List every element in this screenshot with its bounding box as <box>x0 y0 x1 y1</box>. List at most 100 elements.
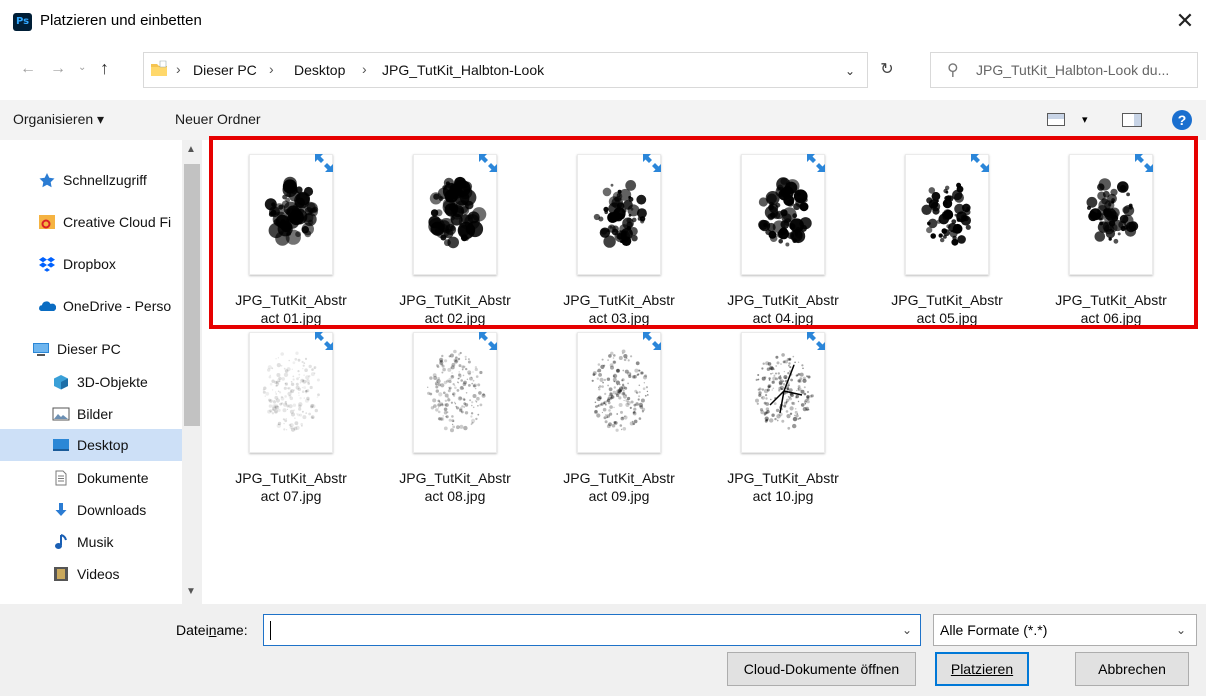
breadcrumb-dieser-pc[interactable]: Dieser PC <box>193 62 257 78</box>
smart-object-link-icon <box>640 151 664 175</box>
sidebar-item-videos[interactable]: Videos <box>0 558 182 590</box>
file-item[interactable]: JPG_TutKit_Abstract 08.jpg <box>380 332 530 512</box>
file-name-line2: act 07.jpg <box>260 488 322 504</box>
filename-field[interactable]: ⌄ <box>263 614 921 646</box>
view-options-chevron-icon[interactable]: ▾ <box>1082 113 1088 126</box>
breadcrumb-current-folder[interactable]: JPG_TutKit_Halbton-Look <box>382 62 544 78</box>
file-name-line1: JPG_TutKit_Abstr <box>399 470 511 486</box>
file-name: JPG_TutKit_Abstract 01.jpg <box>216 291 366 327</box>
forward-arrow-icon[interactable]: → <box>50 60 66 78</box>
search-input[interactable]: JPG_TutKit_Halbton-Look du... <box>976 62 1169 78</box>
file-item[interactable]: JPG_TutKit_Abstr act 04.jpg <box>708 154 858 334</box>
music-icon <box>52 534 70 550</box>
file-item[interactable]: JPG_TutKit_Abstr act 02.jpg <box>380 154 530 334</box>
dropbox-icon <box>38 256 56 272</box>
file-item[interactable]: JPG_TutKit_Abstr act 07.jpg <box>216 332 366 512</box>
file-item[interactable]: JPG_TutKit_Abstr act 05.jpg <box>872 154 1022 334</box>
address-history-chevron-icon[interactable]: ⌄ <box>845 64 855 78</box>
desktop-icon <box>52 437 70 453</box>
up-arrow-icon[interactable]: ↑ <box>100 58 109 79</box>
file-name: JPG_TutKit_Abstr act 02.jpg <box>380 291 530 327</box>
filename-history-chevron-icon[interactable]: ⌄ <box>902 623 912 637</box>
file-item[interactable]: JPG_TutKit_Abstr act 09.jpg <box>544 332 694 512</box>
file-name-line2: act 03.jpg <box>588 310 650 326</box>
recent-locations-chevron-icon[interactable]: ⌄ <box>78 62 86 73</box>
sidebar-item-label: 3D-Objekte <box>77 374 148 390</box>
sidebar-item-creative-cloud-fi[interactable]: Creative Cloud Fi <box>0 206 182 238</box>
scrollbar-thumb[interactable] <box>184 164 200 426</box>
change-view-icon[interactable] <box>1047 113 1065 126</box>
help-icon[interactable]: ? <box>1172 110 1192 130</box>
file-thumbnail <box>1069 154 1153 275</box>
file-name-line2: act 09.jpg <box>588 488 650 504</box>
file-name-line2: act 10.jpg <box>752 488 814 504</box>
videos-icon <box>52 566 70 582</box>
file-name-line1: JPG_TutKit_Abstr <box>1055 292 1167 308</box>
smart-object-link-icon <box>312 329 336 353</box>
smart-object-link-icon <box>804 329 828 353</box>
filename-label: Dateiname: <box>176 622 248 638</box>
sidebar-item-3d-objekte[interactable]: 3D-Objekte <box>0 366 182 398</box>
smart-object-link-icon <box>476 151 500 175</box>
sidebar-item-bilder[interactable]: Bilder <box>0 398 182 430</box>
file-item[interactable]: JPG_TutKit_Abstract 03.jpg <box>544 154 694 334</box>
file-name-line2: act 01.jpg <box>260 310 322 326</box>
sidebar-item-dieser-pc[interactable]: Dieser PC <box>0 333 182 365</box>
sidebar-item-label: Dokumente <box>77 470 149 486</box>
search-box[interactable]: ⚲ JPG_TutKit_Halbton-Look du... <box>930 52 1198 88</box>
navigation-pane-scrollbar[interactable]: ▲ ▼ <box>182 140 202 604</box>
documents-icon <box>52 470 70 486</box>
scroll-up-icon[interactable]: ▲ <box>186 144 196 155</box>
file-item[interactable]: JPG_TutKit_Abstr act 06.jpg <box>1036 154 1186 334</box>
sidebar-item-dropbox[interactable]: Dropbox <box>0 248 182 280</box>
file-thumbnail <box>577 154 661 275</box>
navigation-pane: Schnellzugriff Creative Cloud Fi Dropbox On… <box>0 140 202 604</box>
sidebar-item-desktop[interactable]: Desktop <box>0 429 182 461</box>
file-name-line1: JPG_TutKit_Abstr <box>399 292 511 308</box>
sidebar-item-downloads[interactable]: Downloads <box>0 494 182 526</box>
open-cloud-documents-button[interactable]: Cloud-Dokumente öffnen <box>727 652 916 686</box>
close-button[interactable]: ✕ <box>1172 8 1198 34</box>
smart-object-link-icon <box>1132 151 1156 175</box>
new-folder-button[interactable]: Neuer Ordner <box>175 111 261 127</box>
folder-icon <box>151 60 167 76</box>
breadcrumb-separator: › <box>176 61 181 77</box>
sidebar-item-schnellzugriff[interactable]: Schnellzugriff <box>0 164 182 196</box>
photoshop-app-icon: Ps <box>13 13 32 31</box>
file-name-line1: JPG_TutKit_Abstr <box>563 292 675 308</box>
organize-menu-button[interactable]: Organisieren ▾ <box>13 111 104 128</box>
breadcrumb-desktop[interactable]: Desktop <box>294 62 345 78</box>
sidebar-item-dokumente[interactable]: Dokumente <box>0 462 182 494</box>
sidebar-item-musik[interactable]: Musik <box>0 526 182 558</box>
file-name-line2: act 08.jpg <box>424 488 486 504</box>
file-item[interactable]: JPG_TutKit_Abstr act 10.jpg <box>708 332 858 512</box>
sidebar-item-label: OneDrive - Perso <box>63 298 172 314</box>
dialog-footer: Dateiname: ⌄ Alle Formate (*.*) ⌄ Cloud-… <box>0 604 1206 696</box>
file-name: JPG_TutKit_Abstr act 09.jpg <box>544 469 694 505</box>
file-name-line1: JPG_TutKit_Abstr <box>235 292 347 308</box>
file-thumbnail <box>413 332 497 453</box>
search-icon: ⚲ <box>947 62 959 79</box>
cancel-button[interactable]: Abbrechen <box>1075 652 1189 686</box>
file-thumbnail <box>249 154 333 275</box>
address-bar[interactable]: › Dieser PC › Desktop › JPG_TutKit_Halbt… <box>143 52 868 88</box>
pictures-icon <box>52 406 70 422</box>
sidebar-item-label: Dieser PC <box>57 341 121 357</box>
file-name: JPG_TutKit_Abstr act 06.jpg <box>1036 291 1186 327</box>
place-button[interactable]: Platzieren <box>935 652 1029 686</box>
smart-object-link-icon <box>640 329 664 353</box>
downloads-icon <box>52 502 70 518</box>
file-item[interactable]: JPG_TutKit_Abstract 01.jpg <box>216 154 366 334</box>
smart-object-link-icon <box>476 329 500 353</box>
sidebar-item-onedrive-perso[interactable]: OneDrive - Perso <box>0 290 182 322</box>
scroll-down-icon[interactable]: ▼ <box>186 586 196 597</box>
back-arrow-icon[interactable]: ← <box>20 60 36 78</box>
file-name-line2: act 04.jpg <box>752 310 814 326</box>
preview-pane-icon[interactable] <box>1122 113 1142 127</box>
refresh-icon[interactable]: ↻ <box>868 52 906 88</box>
file-name: JPG_TutKit_Abstract 03.jpg <box>544 291 694 327</box>
creative-cloud-icon <box>38 214 56 230</box>
sidebar-item-label: Creative Cloud Fi <box>63 214 172 230</box>
filetype-select[interactable]: Alle Formate (*.*) ⌄ <box>933 614 1197 646</box>
file-name: JPG_TutKit_Abstr act 04.jpg <box>708 291 858 327</box>
